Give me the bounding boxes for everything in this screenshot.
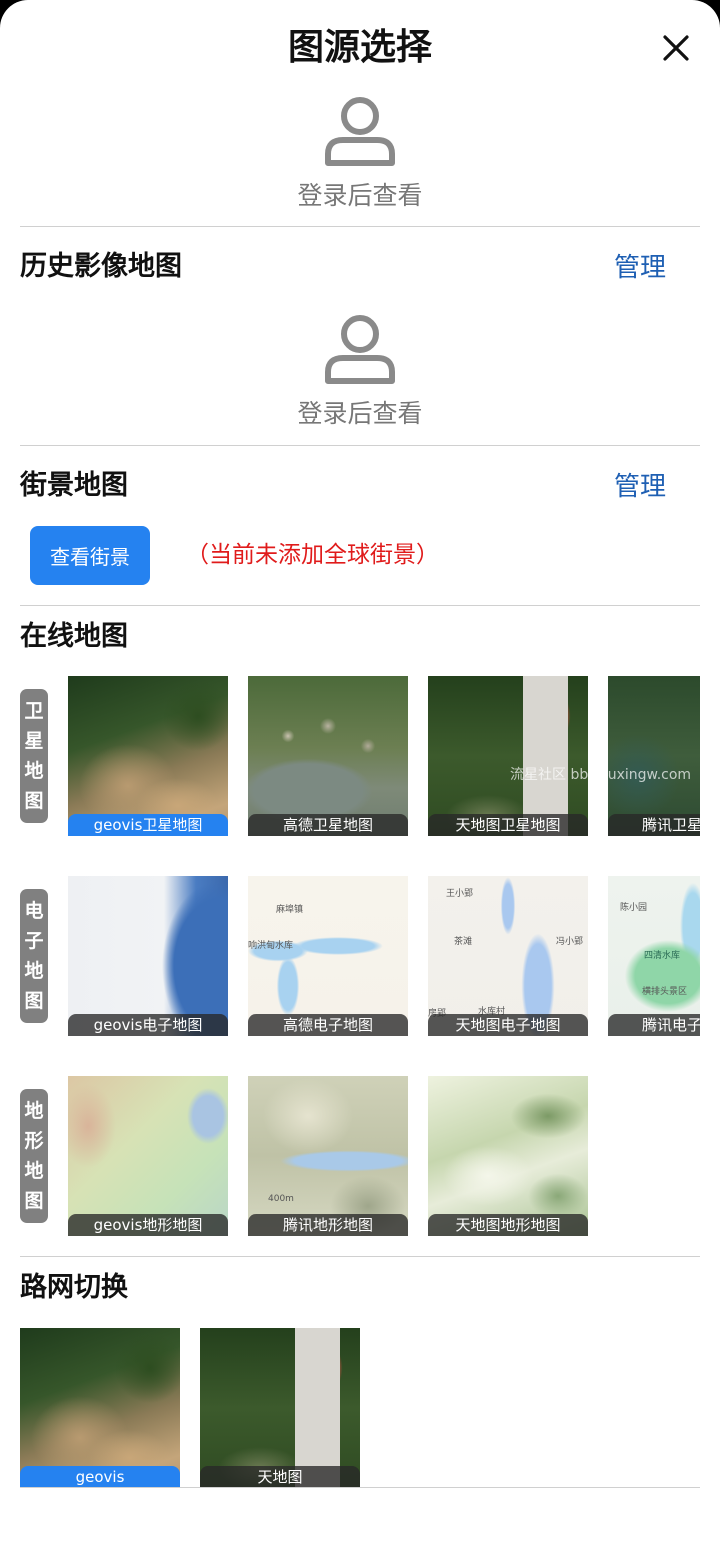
map-thumbnail [68, 1076, 228, 1236]
tile-gaode-vector[interactable]: 麻埠镇 响洪甸水库 高德电子地图 [248, 876, 408, 1036]
row-label-char: 子 [24, 930, 44, 952]
street-empty-note: （当前未添加全球街景） [186, 542, 439, 568]
map-thumbnail [248, 676, 408, 836]
section-title-history: 历史影像地图 [20, 251, 182, 282]
row-label-char: 形 [24, 1130, 44, 1152]
divider [20, 605, 700, 606]
tile-tianditu-terrain[interactable]: 天地图地形地图 [428, 1076, 588, 1236]
map-thumbnail [248, 876, 408, 1036]
tile-caption: 高德卫星地图 [248, 814, 408, 836]
tile-geovis-vector[interactable]: geovis电子地图 [68, 876, 228, 1036]
map-thumbnail [248, 1076, 408, 1236]
row-label-char: 图 [24, 990, 44, 1012]
row-label-char: 电 [24, 900, 44, 922]
map-place-label: 冯小郢 [556, 937, 584, 947]
section-title-online: 在线地图 [20, 621, 128, 652]
tile-tianditu-vector[interactable]: 王小郢 茶滩 冯小郢 水库村 房郢 天地图电子地图 [428, 876, 588, 1036]
map-thumbnail [20, 1328, 180, 1488]
tile-caption: 天地图卫星地图 [428, 814, 588, 836]
map-place-label: 麻埠镇 [276, 905, 304, 915]
section-title-street: 街景地图 [20, 470, 128, 501]
view-street-button[interactable]: 查看街景 [30, 526, 150, 585]
tile-tianditu-satellite[interactable]: 天地图卫星地图 [428, 676, 588, 836]
row-label-satellite: 卫 星 地 图 [20, 689, 48, 823]
map-place-label: 王小郢 [446, 889, 474, 899]
history-manage-link[interactable]: 管理 [614, 248, 666, 288]
map-thumbnail [608, 676, 700, 836]
row-label-terrain: 地 形 地 图 [20, 1089, 48, 1223]
tile-caption: 腾讯电子地图 [608, 1014, 700, 1036]
row-label-char: 地 [24, 1160, 44, 1182]
tile-geovis-terrain[interactable]: geovis地形地图 [68, 1076, 228, 1236]
map-place-label: 响洪甸水库 [248, 941, 294, 951]
row-label-char: 地 [24, 1100, 44, 1122]
watermark: 流星社区 bbs.liuxingw.com [510, 767, 692, 783]
map-thumbnail [68, 676, 228, 836]
divider [20, 1487, 700, 1488]
map-thumbnail [428, 876, 588, 1036]
tile-clip: 陈小园 四清水库 横排头景区 腾讯电子地图 [608, 876, 700, 1036]
tile-road-geovis[interactable]: geovis [20, 1328, 180, 1488]
tile-caption: geovis卫星地图 [68, 814, 228, 836]
section-title-road: 路网切换 [20, 1272, 128, 1303]
tile-caption: geovis电子地图 [68, 1014, 228, 1036]
row-label-char: 星 [24, 730, 44, 752]
map-thumbnail [428, 676, 588, 836]
map-place-label: 茶滩 [454, 937, 473, 947]
row-label-char: 地 [24, 960, 44, 982]
tile-geovis-satellite[interactable]: geovis卫星地图 [68, 676, 228, 836]
tile-caption: 天地图电子地图 [428, 1014, 588, 1036]
close-button[interactable] [656, 28, 696, 68]
page-title: 图源选择 [287, 27, 432, 68]
login-prompt-history[interactable]: 登录后查看 [0, 310, 720, 430]
tile-caption: 天地图地形地图 [428, 1214, 588, 1236]
row-label-char: 图 [24, 790, 44, 812]
tile-road-tianditu[interactable]: 天地图 [200, 1328, 360, 1488]
divider [20, 1256, 700, 1257]
tile-caption: geovis地形地图 [68, 1214, 228, 1236]
divider [20, 445, 700, 446]
login-text: 登录后查看 [297, 181, 423, 210]
map-thumbnail [68, 876, 228, 1036]
login-prompt-top[interactable]: 登录后查看 [0, 92, 720, 212]
row-label-char: 卫 [24, 700, 44, 722]
street-manage-link[interactable]: 管理 [614, 467, 666, 507]
tile-caption: 腾讯地形地图 [248, 1214, 408, 1236]
map-thumbnail [200, 1328, 360, 1488]
map-place-label: 陈小园 [620, 903, 648, 913]
map-place-label: 400m [268, 1194, 294, 1204]
close-icon [663, 35, 689, 61]
tile-tencent-satellite[interactable]: 腾讯卫星地图 [608, 676, 700, 836]
tile-caption: 天地图 [200, 1466, 360, 1488]
tile-caption: 高德电子地图 [248, 1014, 408, 1036]
map-thumbnail [428, 1076, 588, 1236]
source-selection-sheet: 图源选择 登录后查看 历史影像地图 管理 登录后查看 街景地图 管理 查看街景 … [0, 0, 720, 1548]
map-place-label: 四清水库 [644, 951, 681, 961]
map-place-label: 横排头景区 [642, 987, 688, 997]
user-icon [325, 315, 395, 384]
divider [20, 226, 700, 227]
tile-gaode-satellite[interactable]: 高德卫星地图 [248, 676, 408, 836]
tile-caption: 腾讯卫星地图 [608, 814, 700, 836]
tile-tencent-terrain[interactable]: 400m 腾讯地形地图 [248, 1076, 408, 1236]
row-label-vector: 电 子 地 图 [20, 889, 48, 1023]
tile-tencent-vector[interactable]: 陈小园 四清水库 横排头景区 腾讯电子地图 [608, 876, 700, 1036]
user-icon [325, 97, 395, 166]
tile-clip: 腾讯卫星地图 [608, 676, 700, 836]
login-text: 登录后查看 [297, 399, 423, 428]
row-label-char: 图 [24, 1190, 44, 1212]
row-label-char: 地 [24, 760, 44, 782]
tile-caption: geovis [20, 1466, 180, 1488]
